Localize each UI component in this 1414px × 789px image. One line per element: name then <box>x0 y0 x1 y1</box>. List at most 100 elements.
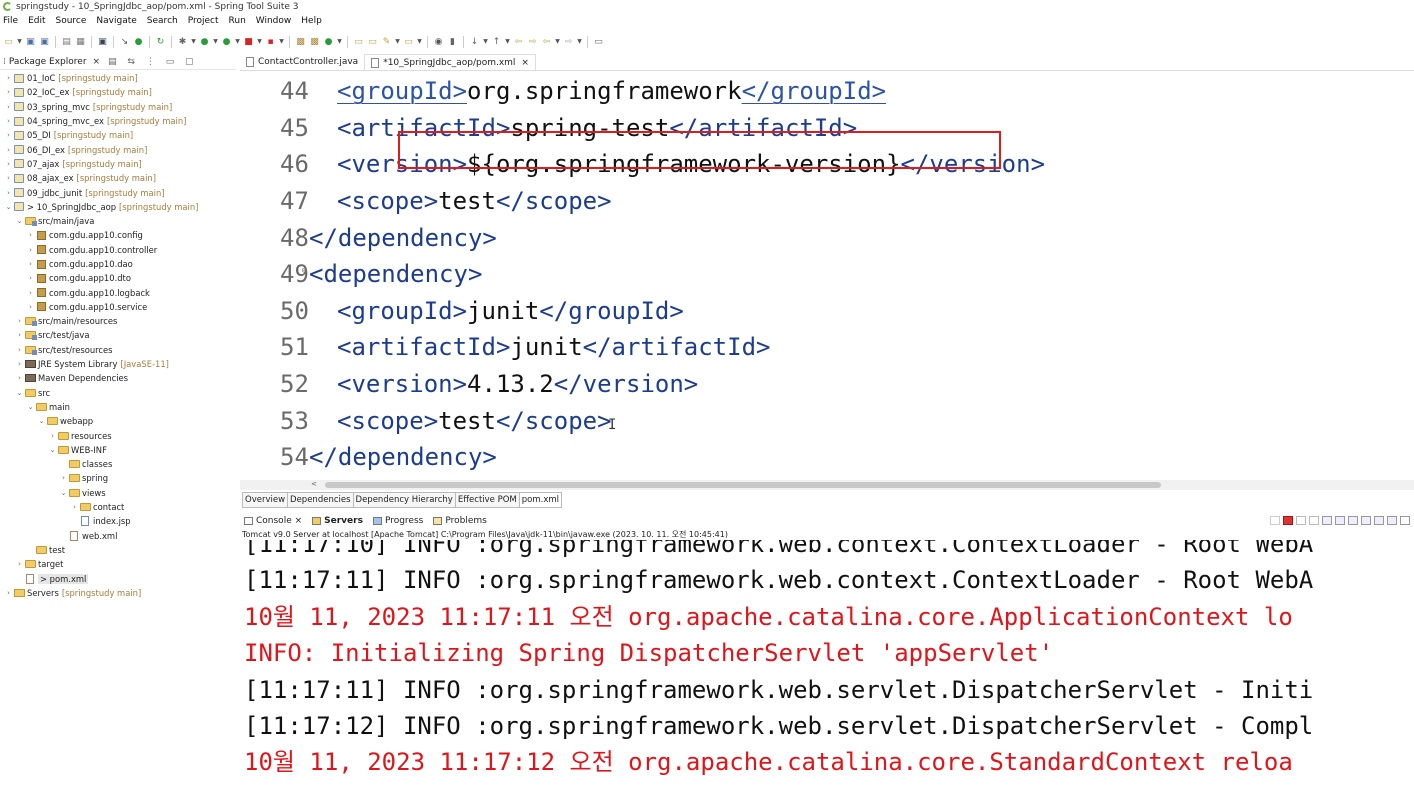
tab-overview[interactable]: Overview <box>242 492 289 508</box>
tree-item[interactable]: test <box>0 543 236 557</box>
tree-item[interactable]: › com.gdu.app10.dao <box>0 257 236 271</box>
stop-icon[interactable]: ● <box>133 37 144 48</box>
globe-icon[interactable]: ◉ <box>433 37 444 48</box>
code-editor[interactable]: I 44 <groupId>org.springframework</groupI… <box>240 73 1414 476</box>
tree-item[interactable]: › 07_ajax [springstudy main] <box>0 157 236 171</box>
chevron-right-icon[interactable]: › <box>15 374 24 382</box>
tree-item[interactable]: ⌄ src/main/java <box>0 214 236 228</box>
scroll-lock-icon[interactable] <box>1322 516 1332 525</box>
chevron-right-icon[interactable]: › <box>15 560 24 568</box>
scroll-left-icon[interactable]: < <box>311 480 317 488</box>
tree-item[interactable]: classes <box>0 457 236 471</box>
tab-effective-pom[interactable]: Effective POM <box>455 492 520 508</box>
tab-servers[interactable]: Servers <box>312 516 363 526</box>
refresh-icon[interactable]: ↻ <box>155 37 166 48</box>
fold-toggle-icon[interactable]: ⊖ <box>302 266 307 276</box>
new-project-icon[interactable]: ▩ <box>295 37 306 48</box>
tab-dependencies[interactable]: Dependencies <box>288 492 354 508</box>
chevron-down-icon[interactable]: ▼ <box>505 37 510 48</box>
chevron-down-icon[interactable]: ▼ <box>337 37 342 48</box>
publish-icon[interactable]: ▪ <box>265 37 276 48</box>
chevron-down-icon[interactable]: ▼ <box>17 37 22 48</box>
save-all-icon[interactable]: ▣ <box>39 37 50 48</box>
chevron-down-icon[interactable]: ⌄ <box>4 203 13 211</box>
bookmark-icon[interactable]: ▮ <box>447 37 458 48</box>
tree-item[interactable]: ⌄ WEB-INF <box>0 443 236 457</box>
tree-item[interactable]: ⌄ views <box>0 486 236 500</box>
chevron-down-icon[interactable]: ⌄ <box>37 417 46 425</box>
search-icon[interactable]: ▭ <box>403 37 414 48</box>
back-icon[interactable]: ⇦ <box>541 37 552 48</box>
menu-help[interactable]: Help <box>301 16 322 26</box>
chevron-right-icon[interactable]: › <box>4 589 13 597</box>
open-console-icon[interactable] <box>1387 516 1397 525</box>
tree-item[interactable]: › Maven Dependencies <box>0 371 236 385</box>
console-output[interactable]: [11:17:10] INFO :org.springframework.web… <box>240 540 1414 776</box>
package-explorer-tab[interactable]: Package Explorer <box>9 57 87 67</box>
menu-window[interactable]: Window <box>256 16 292 26</box>
chevron-down-icon[interactable]: ▼ <box>577 37 582 48</box>
tree-item[interactable]: web.xml <box>0 529 236 543</box>
menu-edit[interactable]: Edit <box>28 16 45 26</box>
chevron-right-icon[interactable]: › <box>59 474 68 482</box>
chevron-right-icon[interactable]: › <box>26 231 35 239</box>
minimize-icon[interactable] <box>1400 516 1410 525</box>
chevron-down-icon[interactable]: ▼ <box>483 37 488 48</box>
tree-item[interactable]: ⌄ main <box>0 400 236 414</box>
chevron-right-icon[interactable]: › <box>26 303 35 311</box>
tree-item[interactable]: › 02_IoC_ex [springstudy main] <box>0 85 236 99</box>
tree-item[interactable]: ⌄ webapp <box>0 414 236 428</box>
tree-item[interactable]: › com.gdu.app10.config <box>0 228 236 242</box>
chevron-down-icon[interactable]: ▼ <box>279 37 284 48</box>
tree-item[interactable]: › 08_ajax_ex [springstudy main] <box>0 171 236 185</box>
print-icon[interactable]: ▦ <box>75 37 86 48</box>
remove-all-icon[interactable] <box>1309 516 1319 525</box>
tree-item[interactable]: › com.gdu.app10.dto <box>0 271 236 285</box>
open-resource-icon[interactable]: ▭ <box>367 37 378 48</box>
new-java-icon[interactable]: ● <box>323 37 334 48</box>
word-wrap-icon[interactable] <box>1335 516 1345 525</box>
tree-item[interactable]: › src/main/resources <box>0 314 236 328</box>
remove-launch-icon[interactable] <box>1296 516 1306 525</box>
chevron-right-icon[interactable]: › <box>4 174 13 182</box>
chevron-right-icon[interactable]: › <box>70 503 79 511</box>
chevron-right-icon[interactable]: › <box>26 246 35 254</box>
chevron-down-icon[interactable]: ▼ <box>213 37 218 48</box>
pin-editor-icon[interactable]: ▭ <box>593 37 604 48</box>
tree-item[interactable]: › Servers [springstudy main] <box>0 586 236 600</box>
menu-file[interactable]: File <box>3 16 18 26</box>
tree-item[interactable]: › resources <box>0 428 236 442</box>
chevron-right-icon[interactable]: › <box>4 189 13 197</box>
terminate-icon[interactable] <box>1283 516 1293 525</box>
chevron-right-icon[interactable]: › <box>15 331 24 339</box>
new-class-icon[interactable]: ▩ <box>309 37 320 48</box>
chevron-down-icon[interactable]: ▼ <box>555 37 560 48</box>
tree-item[interactable]: › 06_DI_ex [springstudy main] <box>0 142 236 156</box>
menu-source[interactable]: Source <box>56 16 87 26</box>
tree-item[interactable]: › target <box>0 557 236 571</box>
chevron-right-icon[interactable]: › <box>48 432 57 440</box>
stop-server-icon[interactable]: ■ <box>243 37 254 48</box>
chevron-down-icon[interactable]: ▼ <box>257 37 262 48</box>
tree-item[interactable]: › com.gdu.app10.logback <box>0 285 236 299</box>
display-console-icon[interactable] <box>1374 516 1384 525</box>
properties-icon[interactable]: ▤ <box>61 37 72 48</box>
next-annotation-icon[interactable]: ↓ <box>469 37 480 48</box>
forward-icon[interactable]: ⇨ <box>563 37 574 48</box>
chevron-down-icon[interactable]: ⌄ <box>26 403 35 411</box>
tree-item[interactable]: ⌄ > 10_SpringJdbc_aop [springstudy main] <box>0 200 236 214</box>
new-icon[interactable]: ▭ <box>3 37 14 48</box>
editor-tab-pom-xml[interactable]: *10_SpringJdbc_aop/pom.xml × <box>364 54 536 70</box>
chevron-down-icon[interactable]: ⌄ <box>48 446 57 454</box>
menu-project[interactable]: Project <box>188 16 219 26</box>
tree-item[interactable]: › com.gdu.app10.controller <box>0 243 236 257</box>
chevron-down-icon[interactable]: ▼ <box>191 37 196 48</box>
tree-item[interactable]: › 09_jdbc_junit [springstudy main] <box>0 185 236 199</box>
tree-item[interactable]: › JRE System Library [JavaSE-11] <box>0 357 236 371</box>
open-type-icon[interactable]: ▭ <box>353 37 364 48</box>
chevron-right-icon[interactable]: › <box>4 146 13 154</box>
tree-item[interactable]: > pom.xml <box>0 571 236 585</box>
tab-dependency-hierarchy[interactable]: Dependency Hierarchy <box>353 492 456 508</box>
menu-navigate[interactable]: Navigate <box>96 16 136 26</box>
editor-horizontal-scrollbar[interactable]: < <box>240 480 1414 490</box>
